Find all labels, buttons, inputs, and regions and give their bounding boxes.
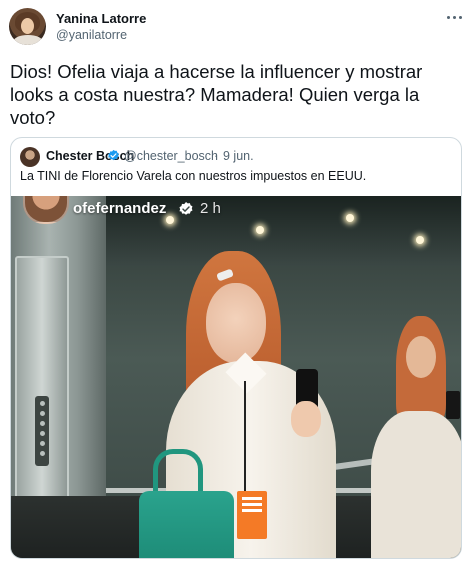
ceiling-light [346, 214, 354, 222]
quoted-author-avatar[interactable] [20, 147, 40, 167]
more-options-button[interactable] [444, 7, 464, 27]
verified-badge-icon [108, 149, 119, 161]
reflection-body [371, 411, 461, 558]
more-horizontal-icon [446, 15, 450, 19]
subject-face [206, 283, 266, 363]
tweet-card: Yanina Latorre @yanilatorre Dios! Ofelia… [0, 0, 469, 562]
reflection-phone [446, 391, 460, 419]
lanyard [244, 381, 246, 491]
author-display-name[interactable]: Yanina Latorre [56, 11, 146, 26]
avatar-shoulder [13, 35, 43, 45]
mirror-reflection [356, 316, 461, 558]
quoted-author-name[interactable]: Chester Bosch [46, 149, 134, 163]
photo-subject [139, 251, 351, 558]
ceiling-light [256, 226, 264, 234]
story-time: 2 h [200, 200, 221, 217]
ceiling-light [416, 236, 424, 244]
tweet-text: Dios! Ofelia viaja a hacerse la influenc… [10, 61, 423, 128]
hand [291, 401, 321, 437]
quoted-date[interactable]: 9 jun. [223, 149, 254, 163]
quoted-text: La TINI de Florencio Varela con nuestros… [20, 169, 367, 183]
story-username: ofefernandez [73, 200, 167, 217]
author-avatar[interactable] [9, 8, 46, 45]
id-badge [237, 491, 267, 539]
ceiling-light [166, 216, 174, 224]
quoted-author-handle[interactable]: @chester_bosch [124, 149, 218, 163]
quoted-photo[interactable]: ofefernandez 2 h [11, 196, 461, 558]
green-bag [139, 491, 234, 558]
author-handle[interactable]: @yanilatorre [56, 28, 127, 42]
quoted-separator: · [214, 149, 219, 163]
verified-badge-icon [179, 202, 193, 215]
quoted-tweet[interactable]: Chester Bosch @chester_bosch · 9 jun. La… [10, 137, 462, 559]
more-dot [452, 15, 456, 19]
more-dot [458, 15, 462, 19]
elevator-buttons [35, 396, 49, 466]
avatar-face [21, 18, 34, 34]
reflection-face [406, 336, 436, 378]
